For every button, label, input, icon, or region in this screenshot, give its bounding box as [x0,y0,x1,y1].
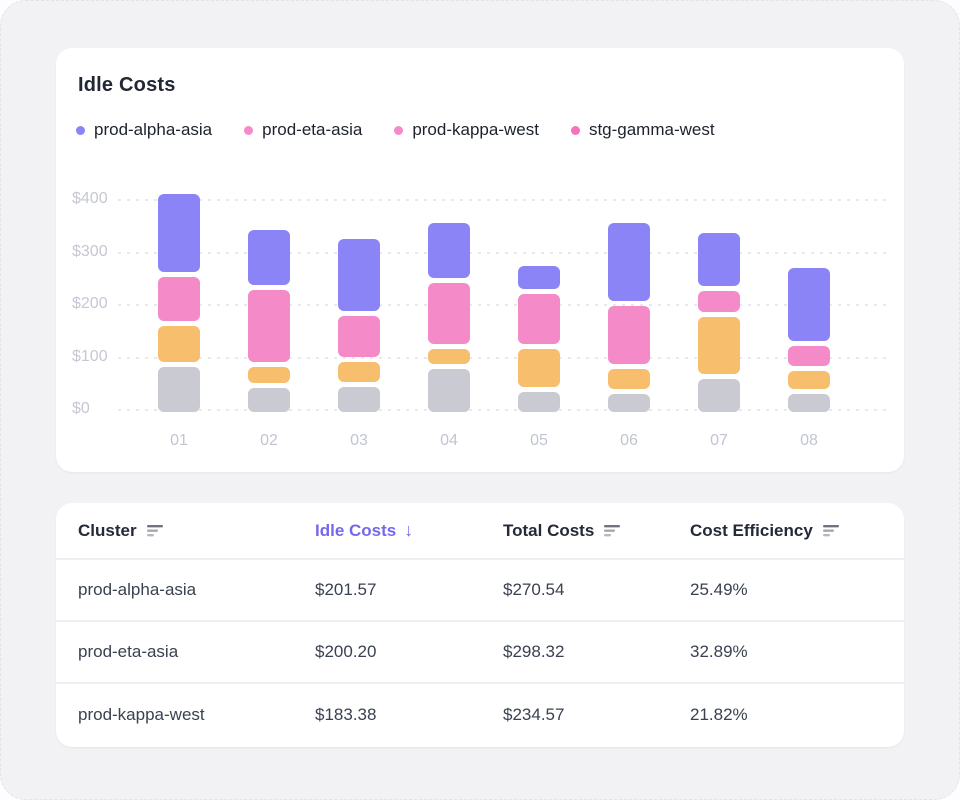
column-header-label: Cluster [78,521,137,541]
cell-total_costs: $270.54 [503,580,690,600]
sort-icon [604,524,621,537]
bar-segment-prod-alpha-asia-08 [788,268,830,341]
y-axis-tick-label: $100 [72,348,108,366]
y-axis-tick-label: $300 [72,243,108,261]
bar-segment-prod-alpha-asia-04 [428,223,470,278]
gridline-200 [118,304,888,306]
cell-total_costs: $298.32 [503,642,690,662]
x-axis-tick-label: 05 [494,432,584,450]
x-axis-tick-label: 01 [134,432,224,450]
column-header-label: Total Costs [503,521,594,541]
bar-segment-stg-gamma-west-03 [338,387,380,412]
cell-idle_costs: $201.57 [315,580,503,600]
bar-segment-prod-eta-asia-01 [158,277,200,321]
bar-segment-stg-gamma-west-04 [428,369,470,412]
y-axis-tick-label: $0 [72,400,90,418]
cell-idle_costs: $183.38 [315,705,503,725]
table-row-prod-kappa-west: prod-kappa-west$183.38$234.5721.82% [56,684,904,746]
bar-segment-prod-kappa-west-06 [608,369,650,389]
bar-segment-stg-gamma-west-05 [518,392,560,412]
table-row-prod-eta-asia: prod-eta-asia$200.20$298.3232.89% [56,622,904,684]
table-body: prod-alpha-asia$201.57$270.5425.49%prod-… [56,560,904,746]
idle-costs-chart-card: Idle Costs prod-alpha-asiaprod-eta-asiap… [56,48,904,472]
column-header-cluster[interactable]: Cluster [78,521,315,541]
bar-segment-prod-eta-asia-04 [428,283,470,343]
gridline-400 [118,199,888,201]
cell-total_costs: $234.57 [503,705,690,725]
cell-cost_efficiency: 25.49% [690,580,904,600]
bar-segment-prod-alpha-asia-01 [158,194,200,272]
bar-segment-prod-eta-asia-05 [518,294,560,344]
bar-segment-prod-kappa-west-04 [428,349,470,364]
x-axis-tick-label: 04 [404,432,494,450]
bar-segment-prod-eta-asia-07 [698,291,740,311]
bar-segment-prod-kappa-west-03 [338,362,380,382]
cell-cost_efficiency: 21.82% [690,705,904,725]
bar-segment-prod-kappa-west-07 [698,317,740,374]
clusters-table-card: Cluster Idle Costs ↓ Total Costs Cost Effici… [56,503,904,747]
column-header-label: Idle Costs [315,521,396,541]
column-header-total-costs[interactable]: Total Costs [503,521,690,541]
bar-segment-prod-eta-asia-03 [338,316,380,357]
y-axis-tick-label: $400 [72,190,108,208]
x-axis-tick-label: 06 [584,432,674,450]
bar-segment-prod-kappa-west-08 [788,371,830,389]
sort-icon [823,524,840,537]
plot-area: $0 $100 $200 $300 $400 0102030405060708 [56,48,904,472]
gridline-100 [118,357,888,359]
sort-direction-down-icon: ↓ [404,520,413,541]
bar-segment-stg-gamma-west-01 [158,367,200,412]
bar-segment-prod-alpha-asia-02 [248,230,290,285]
x-axis-tick-label: 07 [674,432,764,450]
x-axis-tick-label: 08 [764,432,854,450]
table-row-prod-alpha-asia: prod-alpha-asia$201.57$270.5425.49% [56,560,904,622]
bar-segment-prod-eta-asia-02 [248,290,290,362]
bar-segment-prod-alpha-asia-07 [698,233,740,286]
bar-segment-prod-eta-asia-06 [608,306,650,364]
x-axis-tick-label: 02 [224,432,314,450]
bar-segment-prod-alpha-asia-05 [518,266,560,289]
bar-segment-prod-alpha-asia-03 [338,239,380,311]
column-header-idle-costs[interactable]: Idle Costs ↓ [315,520,503,541]
bar-segment-stg-gamma-west-08 [788,394,830,412]
gridline-0 [118,409,888,411]
bar-segment-stg-gamma-west-02 [248,388,290,412]
sort-icon [147,524,164,537]
gridline-300 [118,252,888,254]
column-header-label: Cost Efficiency [690,521,813,541]
cell-cost_efficiency: 32.89% [690,642,904,662]
column-header-cost-efficiency[interactable]: Cost Efficiency [690,521,904,541]
bar-segment-prod-alpha-asia-06 [608,223,650,301]
cell-cluster: prod-alpha-asia [78,580,315,600]
screen: Idle Costs prod-alpha-asiaprod-eta-asiap… [0,0,960,800]
cell-cluster: prod-kappa-west [78,705,315,725]
x-axis-tick-label: 03 [314,432,404,450]
bar-segment-prod-eta-asia-08 [788,346,830,366]
bar-segment-stg-gamma-west-06 [608,394,650,412]
bar-segment-prod-kappa-west-02 [248,367,290,383]
bar-segment-prod-kappa-west-01 [158,326,200,362]
table-header-row: Cluster Idle Costs ↓ Total Costs Cost Effici… [56,503,904,560]
bar-segment-prod-kappa-west-05 [518,349,560,387]
y-axis-tick-label: $200 [72,295,108,313]
bar-segment-stg-gamma-west-07 [698,379,740,412]
cell-cluster: prod-eta-asia [78,642,315,662]
cell-idle_costs: $200.20 [315,642,503,662]
